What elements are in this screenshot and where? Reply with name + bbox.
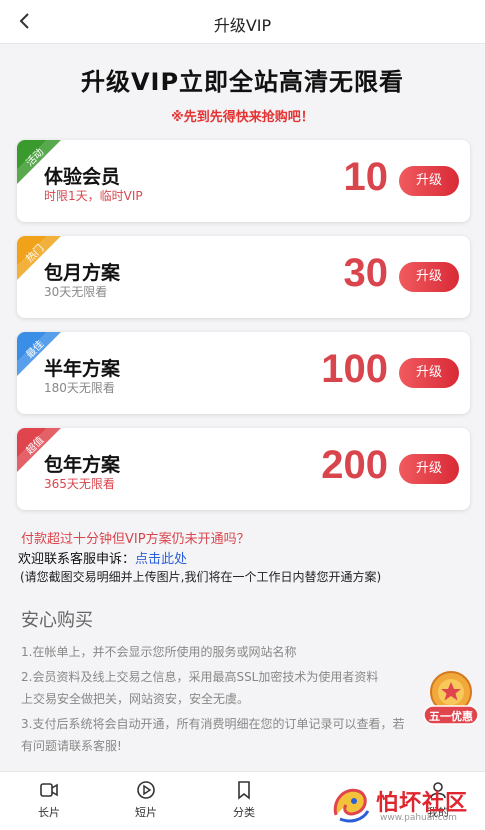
upgrade-button[interactable]: 升级 [399,454,459,484]
plan-name: 体验会员 [44,166,121,188]
upload-hint: (请您截图交易明细并上传图片,我们将在一个工作日内替您开通方案) [20,570,382,584]
security-line: 上交易安全做把关，网站资安，安全无虞。 [21,692,250,706]
tab-label: 短片 [135,806,157,819]
plan-price: 10 [343,155,389,199]
headline: 升级VIP立即全站高清无限看 [80,68,405,96]
security-line: 3.支付后系统将会自动开通，所有消费明细在您的订单记录可以查看，若 [21,717,405,731]
security-line: 1.在帐单上，并不会显示您所使用的服务或网站名称 [21,645,297,659]
plan-card-halfyear[interactable]: 最佳 半年方案 180天无限看 100 升级 [17,332,470,414]
plan-name: 包月方案 [44,262,121,284]
tab-label: 长片 [38,806,60,819]
plan-card-yearly[interactable]: 超值 包年方案 365天无限看 200 升级 [17,428,470,510]
security-line: 2.会员资料及线上交易之信息，采用最高SSL加密技术为使用者资料 [21,670,379,684]
plan-price: 30 [343,251,389,295]
security-line: 有问题请联系客服! [21,739,122,753]
plan-card-trial[interactable]: 活动 体验会员 时限1天，临时VIP 10 升级 [17,140,470,222]
section-title: 安心购买 [21,610,93,631]
plan-name: 半年方案 [44,358,121,380]
tab-label: 分类 [233,806,255,819]
plan-desc: 30天无限看 [44,285,108,299]
upgrade-button[interactable]: 升级 [399,262,459,292]
promo-badge-label: 五一优惠 [429,710,473,723]
plan-card-monthly[interactable]: 热门 包月方案 30天无限看 30 升级 [17,236,470,318]
upgrade-button[interactable]: 升级 [399,358,459,388]
contact-link[interactable]: 点击此处 [135,552,187,567]
plan-price: 100 [321,347,388,391]
payment-notice: 付款超过十分钟但VIP方案仍未开通吗？ [21,532,250,547]
bookmark-icon [238,781,250,800]
promo-subline: ※先到先得快来抢购吧！ [171,110,314,125]
tab-long-video[interactable]: 长片 [19,780,79,820]
upgrade-button[interactable]: 升级 [399,166,459,196]
site-watermark: 怕坏社区 www.pahuai.com [328,777,478,827]
promo-badge[interactable]: 五一优惠 [420,668,482,730]
watermark-logo-icon [333,788,370,823]
tab-short-video[interactable]: 短片 [116,780,176,820]
top-nav: 升级VIP [0,0,485,44]
plan-desc: 365天无限看 [44,477,115,491]
plan-price: 200 [321,443,388,487]
tab-category[interactable]: 分类 [214,780,274,820]
play-circle-icon [137,781,155,799]
plan-desc: 时限1天，临时VIP [44,189,143,203]
page-title: 升级VIP [213,16,272,35]
plan-desc: 180天无限看 [44,381,115,395]
contact-line: 欢迎联系客服申诉：点击此处 [18,548,187,567]
watermark-url: www.pahuai.com [380,813,457,823]
contact-prefix: 欢迎联系客服申诉： [18,552,136,567]
plan-name: 包年方案 [44,454,121,476]
video-icon [40,783,58,797]
